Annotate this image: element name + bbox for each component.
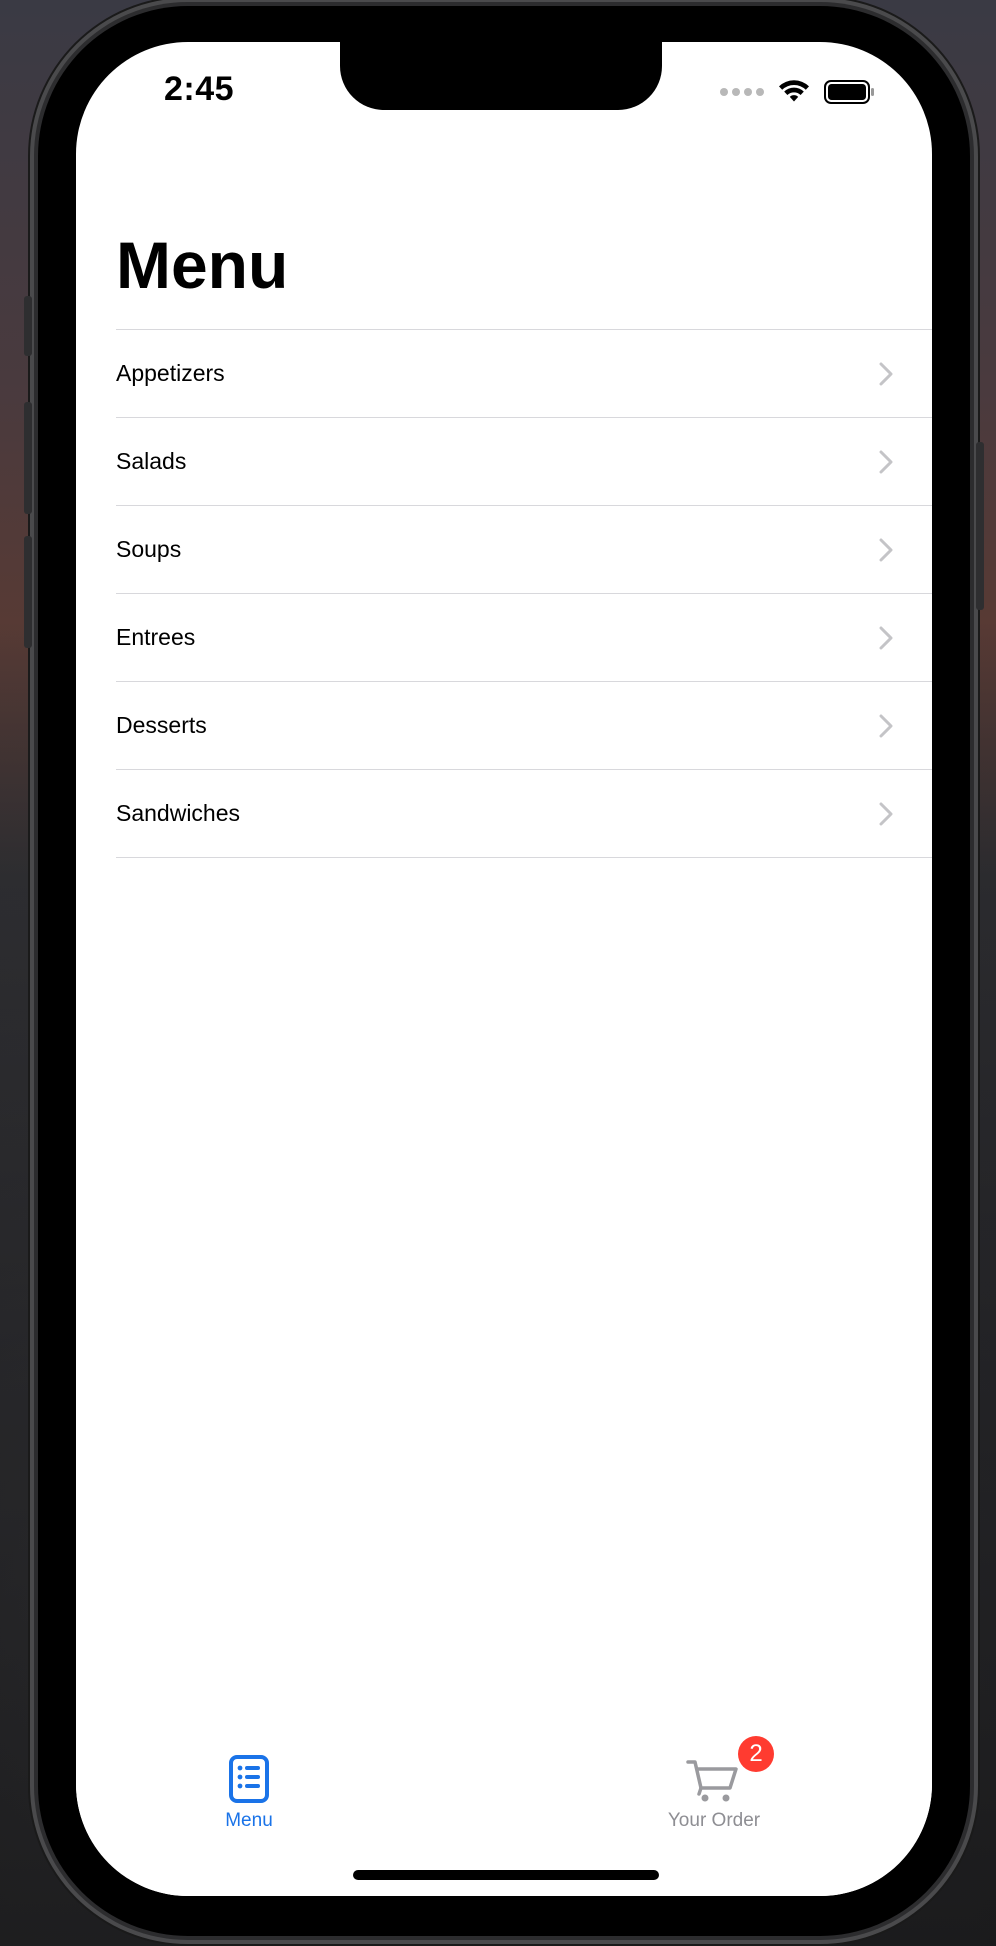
chevron-right-icon — [878, 713, 894, 739]
chevron-right-icon — [878, 449, 894, 475]
cart-badge: 2 — [738, 1736, 774, 1772]
menu-row-label: Entrees — [116, 624, 196, 650]
wifi-icon — [779, 80, 809, 102]
menu-row-label: Desserts — [116, 712, 207, 738]
menu-row-label: Soups — [116, 536, 182, 562]
tab-your-order[interactable]: 2 Your Order — [644, 1736, 784, 1832]
menu-list-icon — [228, 1750, 270, 1804]
cellular-signal-icon — [720, 88, 764, 96]
menu-row-sandwiches[interactable]: Sandwiches — [116, 770, 932, 858]
volume-up-button — [24, 402, 32, 514]
power-button — [976, 442, 984, 610]
menu-category-list: Appetizers Salads Soups Entrees Desserts — [116, 329, 932, 858]
chevron-right-icon — [878, 537, 894, 563]
tab-bar: Menu 2 Your Order — [76, 1696, 932, 1896]
tab-menu-label: Menu — [225, 1810, 273, 1831]
notch — [340, 42, 662, 110]
menu-row-label: Appetizers — [116, 360, 225, 386]
battery-icon — [824, 80, 874, 104]
silent-switch — [24, 296, 32, 356]
menu-row-appetizers[interactable]: Appetizers — [116, 330, 932, 418]
volume-down-button — [24, 536, 32, 648]
menu-row-label: Sandwiches — [116, 800, 241, 826]
tab-your-order-label: Your Order — [667, 1810, 761, 1831]
tab-menu[interactable]: Menu — [194, 1750, 304, 1832]
menu-row-entrees[interactable]: Entrees — [116, 594, 932, 682]
menu-row-soups[interactable]: Soups — [116, 506, 932, 594]
menu-row-label: Salads — [116, 448, 187, 474]
status-time: 2:45 — [164, 70, 235, 108]
status-icons — [720, 80, 876, 104]
chevron-right-icon — [878, 361, 894, 387]
chevron-right-icon — [878, 801, 894, 827]
menu-row-salads[interactable]: Salads — [116, 418, 932, 506]
app-screen: 2:45 Menu Appetizers Salads Soups Entree… — [76, 42, 932, 1896]
home-indicator[interactable] — [353, 1870, 659, 1880]
chevron-right-icon — [878, 625, 894, 651]
page-title: Menu — [116, 228, 289, 302]
cart-icon: 2 — [686, 1736, 774, 1804]
menu-row-desserts[interactable]: Desserts — [116, 682, 932, 770]
